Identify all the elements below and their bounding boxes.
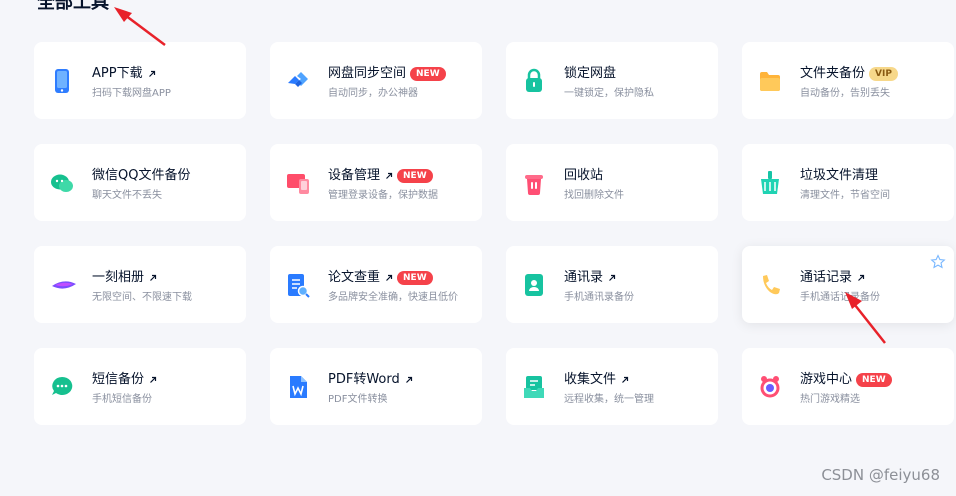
new-badge: NEW	[410, 67, 446, 81]
tool-card-junk-cleanup[interactable]: 垃圾文件清理 清理文件，节省空间	[742, 144, 954, 221]
phone-icon	[50, 67, 74, 95]
tool-title: 设备管理	[328, 168, 381, 183]
pdf-word-icon	[286, 373, 310, 401]
external-link-icon	[148, 70, 155, 77]
tool-description: 手机通话记录备份	[800, 292, 880, 303]
external-link-icon	[405, 376, 412, 383]
tool-title: 通话记录	[800, 270, 853, 285]
favorite-star-icon[interactable]	[930, 254, 946, 270]
tool-title: 短信备份	[92, 372, 145, 387]
tool-title: 游戏中心	[800, 372, 853, 387]
tool-card-yike-album[interactable]: 一刻相册 无限空间、不限速下载	[34, 246, 246, 323]
tool-description: 一键锁定，保护隐私	[564, 88, 654, 99]
annotation-arrow-title	[114, 7, 166, 46]
section-title: 全部工具	[37, 0, 109, 13]
tool-title: 一刻相册	[92, 270, 145, 285]
collect-icon	[522, 373, 546, 401]
lock-icon	[522, 67, 546, 95]
watermark: CSDN @feiyu68	[821, 466, 940, 484]
tool-description: 远程收集，统一管理	[564, 394, 654, 405]
recycle-bin-icon	[522, 169, 546, 197]
tool-description: 找回删除文件	[564, 190, 624, 201]
tool-description: 手机短信备份	[92, 394, 152, 405]
tool-card-paper-check[interactable]: 论文查重 NEW 多品牌安全准确，快速且低价	[270, 246, 482, 323]
tool-title: PDF转Word	[328, 372, 400, 387]
new-badge: NEW	[856, 373, 892, 387]
tool-card-lock[interactable]: 锁定网盘 一键锁定，保护隐私	[506, 42, 718, 119]
tool-card-wechat-qq-backup[interactable]: 微信QQ文件备份 聊天文件不丢失	[34, 144, 246, 221]
tool-title: 微信QQ文件备份	[92, 168, 191, 183]
vip-badge: VIP	[869, 67, 898, 81]
clean-icon	[758, 169, 782, 197]
contacts-icon	[522, 271, 546, 299]
tool-title: 锁定网盘	[564, 66, 617, 81]
tool-card-collect-files[interactable]: 收集文件 远程收集，统一管理	[506, 348, 718, 425]
tool-description: 手机通讯录备份	[564, 292, 634, 303]
tool-card-recycle-bin[interactable]: 回收站 找回删除文件	[506, 144, 718, 221]
tool-title: 通讯录	[564, 270, 604, 285]
new-badge: NEW	[397, 169, 433, 183]
tool-card-game-center[interactable]: 游戏中心 NEW 热门游戏精选	[742, 348, 954, 425]
external-link-icon	[386, 274, 393, 281]
tool-card-pdf-to-word[interactable]: PDF转Word PDF文件转换	[270, 348, 482, 425]
tool-card-app-download[interactable]: APP下载 扫码下载网盘APP	[34, 42, 246, 119]
tool-title: 收集文件	[564, 372, 617, 387]
tool-description: 自动同步，办公神器	[328, 88, 418, 99]
external-link-icon	[609, 274, 616, 281]
tool-card-folder-backup[interactable]: 文件夹备份 VIP 自动备份，告别丢失	[742, 42, 954, 119]
tool-description: 管理登录设备，保护数据	[328, 190, 438, 201]
tool-title: 论文查重	[328, 270, 381, 285]
tool-description: 清理文件，节省空间	[800, 190, 890, 201]
tool-description: 无限空间、不限速下载	[92, 292, 192, 303]
tool-card-sync-space[interactable]: 网盘同步空间 NEW 自动同步，办公神器	[270, 42, 482, 119]
tool-description: PDF文件转换	[328, 394, 388, 405]
external-link-icon	[622, 376, 629, 383]
sync-icon	[286, 67, 310, 95]
album-icon	[50, 271, 76, 299]
tool-title: 文件夹备份	[800, 66, 866, 81]
external-link-icon	[386, 172, 393, 179]
new-badge: NEW	[397, 271, 433, 285]
tool-card-contacts[interactable]: 通讯录 手机通讯录备份	[506, 246, 718, 323]
tool-title: APP下载	[92, 66, 143, 81]
tool-title: 回收站	[564, 168, 604, 183]
game-icon	[758, 373, 782, 401]
tool-description: 热门游戏精选	[800, 394, 860, 405]
paper-check-icon	[286, 271, 310, 299]
external-link-icon	[150, 376, 157, 383]
devices-icon	[286, 169, 310, 197]
sms-icon	[50, 373, 74, 401]
tool-description: 自动备份，告别丢失	[800, 88, 890, 99]
chat-icon	[50, 169, 74, 197]
tool-card-call-log[interactable]: 通话记录 手机通话记录备份	[742, 246, 954, 323]
tool-description: 聊天文件不丢失	[92, 190, 162, 201]
tool-description: 多品牌安全准确，快速且低价	[328, 292, 458, 303]
tool-card-sms-backup[interactable]: 短信备份 手机短信备份	[34, 348, 246, 425]
external-link-icon	[150, 274, 157, 281]
call-log-icon	[758, 271, 782, 299]
external-link-icon	[858, 274, 865, 281]
tool-title: 网盘同步空间	[328, 66, 407, 81]
tool-description: 扫码下载网盘APP	[92, 88, 171, 99]
folder-icon	[758, 67, 782, 95]
tool-title: 垃圾文件清理	[800, 168, 879, 183]
tool-card-device-management[interactable]: 设备管理 NEW 管理登录设备，保护数据	[270, 144, 482, 221]
